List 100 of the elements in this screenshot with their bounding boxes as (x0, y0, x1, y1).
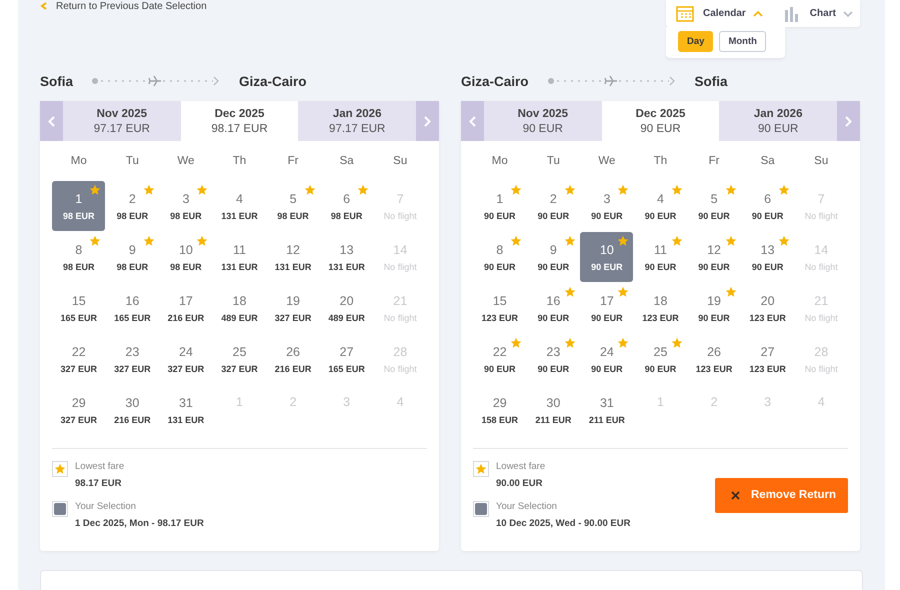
previous-month-button[interactable] (40, 101, 63, 141)
weekday-label: Sa (338, 154, 355, 169)
view-option[interactable]: Chart (782, 6, 853, 22)
chevron-right-icon (845, 116, 852, 126)
chevron-left-icon (48, 116, 55, 126)
day-cell[interactable]: 27 123 EUR (741, 334, 794, 384)
weekday-label: Mo (70, 154, 88, 169)
day-cell[interactable]: 23 90 EUR (526, 334, 580, 384)
legend-value: 10 Dec 2025, Wed - 90.00 EUR (496, 518, 630, 529)
weekday-label: Sa (760, 154, 776, 169)
day-cell[interactable]: 2 98 EUR (106, 181, 159, 231)
selection-swatch (52, 501, 68, 517)
legend-label: Lowest fare (75, 461, 124, 472)
chevron-left-icon (469, 116, 476, 126)
day-cell[interactable]: 29 158 EUR (473, 385, 526, 435)
day-cell[interactable]: 16 90 EUR (526, 283, 580, 333)
day-cell[interactable]: 4 90 EUR (634, 181, 687, 231)
month-tab[interactable]: Nov 2025 97.17 EUR (63, 101, 181, 141)
weekday-label: Su (813, 154, 830, 169)
day-cell[interactable]: 30 216 EUR (106, 385, 159, 435)
day-cell[interactable]: 9 98 EUR (106, 232, 159, 282)
weekday-label: Th (652, 154, 668, 169)
day-cell[interactable]: 12 90 EUR (688, 232, 741, 282)
destination-city: Giza-Cairo (239, 74, 307, 88)
day-cell[interactable]: 3 98 EUR (159, 181, 212, 231)
day-cell[interactable]: 12 131 EUR (266, 232, 320, 282)
weekday-label: Mo (490, 154, 509, 169)
destination-city: Sofia (694, 74, 728, 88)
legend-label: Your Selection (496, 501, 558, 512)
bar-chart-icon (782, 6, 801, 22)
day-cell[interactable]: 8 98 EUR (52, 232, 106, 282)
day-cell[interactable]: 8 90 EUR (473, 232, 526, 282)
next-month-button[interactable] (837, 101, 860, 141)
day-cell[interactable]: 4 131 EUR (212, 181, 266, 231)
weekday-label: Fr (708, 154, 720, 169)
day-cell[interactable]: 30 211 EUR (526, 385, 580, 435)
day-cell[interactable]: 26 216 EUR (266, 334, 320, 384)
day-cell[interactable]: 22 90 EUR (473, 334, 526, 384)
weekday-label: Th (232, 154, 248, 169)
legend-label: Your Selection (75, 501, 137, 512)
day-cell[interactable]: 27 165 EUR (320, 334, 374, 384)
selection-swatch (473, 501, 489, 517)
day-cell[interactable]: 23 327 EUR (106, 334, 159, 384)
day-cell[interactable]: 24 327 EUR (159, 334, 212, 384)
day-cell[interactable]: 26 123 EUR (688, 334, 741, 384)
caret-icon (752, 10, 763, 16)
day-cell[interactable]: 15 123 EUR (473, 283, 526, 333)
day-cell[interactable]: 1 98 EUR (52, 181, 106, 231)
day-cell[interactable]: 6 90 EUR (741, 181, 794, 231)
day-cell[interactable]: 13 131 EUR (320, 232, 374, 282)
day-cell[interactable]: 20 489 EUR (320, 283, 374, 333)
day-cell[interactable]: 16 165 EUR (106, 283, 159, 333)
day-cell[interactable]: 31 131 EUR (159, 385, 212, 435)
day-cell[interactable]: 5 90 EUR (688, 181, 741, 231)
day-cell[interactable]: 13 90 EUR (741, 232, 794, 282)
day-cell[interactable]: 19 90 EUR (688, 283, 741, 333)
day-cell[interactable]: 11 90 EUR (634, 232, 687, 282)
day-cell[interactable]: 24 90 EUR (580, 334, 634, 384)
origin-city: Giza-Cairo (461, 74, 529, 88)
view-option[interactable]: Calendar (676, 6, 763, 22)
caret-icon (842, 10, 853, 16)
month-tab[interactable]: Jan 2026 90 EUR (719, 101, 838, 141)
day-cell[interactable]: 11 131 EUR (212, 232, 266, 282)
day-cell[interactable]: 25 90 EUR (634, 334, 687, 384)
day-cell[interactable]: 1 90 EUR (473, 181, 526, 231)
weekday-label: Fr (286, 154, 300, 169)
day-cell[interactable]: 31 211 EUR (580, 385, 634, 435)
day-cell[interactable]: 10 90 EUR (580, 232, 634, 282)
previous-month-button[interactable] (461, 101, 484, 141)
day-cell[interactable]: 25 327 EUR (212, 334, 266, 384)
origin-city: Sofia (40, 74, 74, 88)
month-tab[interactable]: Nov 2025 90 EUR (484, 101, 602, 141)
next-month-button[interactable] (416, 101, 440, 141)
day-cell[interactable]: 19 327 EUR (266, 283, 320, 333)
weekday-label: Su (392, 154, 408, 169)
weekday-label: Tu (124, 154, 140, 169)
month-tab[interactable]: Jan 2026 97.17 EUR (298, 101, 416, 141)
day-cell[interactable]: 10 98 EUR (159, 232, 212, 282)
day-cell[interactable]: 15 165 EUR (52, 283, 106, 333)
day-cell[interactable]: 18 123 EUR (634, 283, 687, 333)
day-cell[interactable]: 5 98 EUR (266, 181, 320, 231)
weekday-label: We (176, 154, 196, 169)
day-cell[interactable]: 9 90 EUR (526, 232, 580, 282)
day-cell[interactable]: 20 123 EUR (741, 283, 794, 333)
legend-value: 90.00 EUR (496, 478, 544, 489)
day-cell[interactable]: 29 327 EUR (52, 385, 106, 435)
day-cell[interactable]: 22 327 EUR (52, 334, 106, 384)
day-cell[interactable]: 6 98 EUR (320, 181, 374, 231)
weekday-label: We (597, 154, 616, 169)
legend-value: 1 Dec 2025, Mon - 98.17 EUR (75, 518, 204, 529)
day-cell[interactable]: 17 216 EUR (159, 283, 212, 333)
lowest-fare-swatch (473, 461, 489, 477)
chevron-right-icon (424, 116, 432, 126)
mode-button[interactable]: Day (678, 31, 714, 52)
lowest-fare-swatch (52, 461, 68, 477)
day-cell[interactable]: 18 489 EUR (212, 283, 266, 333)
mode-button[interactable]: Month (719, 31, 766, 52)
day-cell[interactable]: 2 90 EUR (526, 181, 580, 231)
day-cell[interactable]: 3 90 EUR (580, 181, 634, 231)
day-cell[interactable]: 17 90 EUR (580, 283, 634, 333)
